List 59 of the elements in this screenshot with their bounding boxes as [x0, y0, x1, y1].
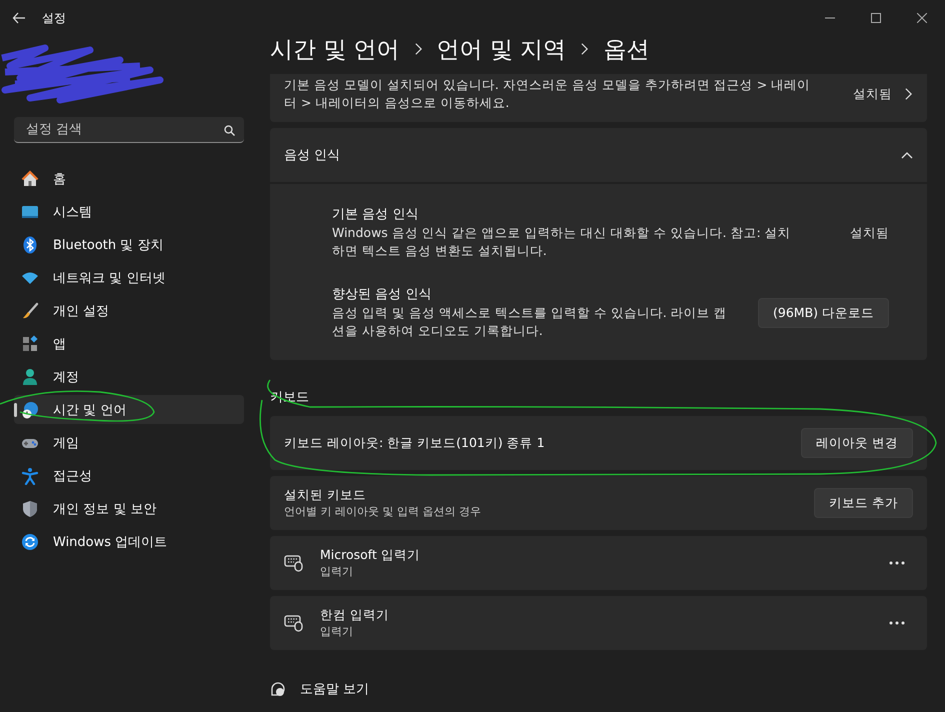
globe-icon: [21, 400, 39, 418]
maximize-icon[interactable]: [871, 13, 881, 23]
accessibility-icon: [21, 466, 39, 484]
search-field[interactable]: 설정 검색: [14, 117, 244, 143]
window-title: 설정: [42, 10, 67, 26]
person-icon: [21, 368, 39, 386]
help-icon: [270, 681, 286, 697]
search-icon: [224, 125, 235, 136]
shield-icon: [21, 500, 39, 518]
setting-description: Windows 음성 인식 같은 앱으로 입력하는 대신 대화할 수 있습니다. 참고: 설치하면 텍스트 음성 변환도 설치됩니다.: [332, 224, 792, 260]
keyboard-icon: [284, 554, 304, 572]
brush-icon: [21, 302, 39, 320]
sidebar-item[interactable]: 개인 정보 및 보안: [14, 494, 244, 523]
input-method-name: Microsoft 입력기: [320, 547, 421, 564]
setting-title: 설치된 키보드: [284, 487, 367, 504]
more-icon[interactable]: [889, 561, 905, 565]
section-header[interactable]: 음성 인식: [270, 128, 927, 182]
setting-description: 음성 입력 및 음성 액세스로 텍스트를 입력할 수 있습니다. 라이브 캡션을 사용하여 오디오도 기록합니다.: [332, 304, 728, 340]
close-icon[interactable]: [917, 13, 927, 23]
more-icon[interactable]: [889, 621, 905, 625]
input-method-type: 입력기: [320, 624, 354, 639]
download-button[interactable]: (96MB) 다운로드: [758, 298, 889, 328]
sidebar-item[interactable]: 접근성: [14, 461, 244, 490]
status-text: 설치됨: [853, 86, 892, 102]
sidebar-item[interactable]: 시간 및 언어: [14, 395, 244, 424]
sidebar-item[interactable]: 앱: [14, 329, 244, 358]
bluetooth-icon: [21, 236, 39, 254]
back-icon[interactable]: [12, 11, 26, 25]
apps-icon: [21, 334, 39, 352]
change-layout-button[interactable]: 레이아웃 변경: [801, 428, 913, 458]
chevron-icon: [414, 42, 423, 56]
sidebar-item[interactable]: Bluetooth 및 장치: [14, 230, 244, 259]
chevron-icon: [904, 87, 913, 101]
sidebar-item[interactable]: 홈: [14, 164, 244, 193]
setting-label: 키보드 레이아웃: 한글 키보드(101키) 종류 1: [284, 434, 546, 452]
card-description: 기본 음성 모델이 설치되어 있습니다. 자연스러운 음성 모델을 추가하려면 접근성 > 내레이터 > 내레이터의 음성으로 이동하세요.: [284, 76, 812, 112]
input-method-type: 입력기: [320, 564, 354, 579]
sidebar-item[interactable]: Windows 업데이트: [14, 527, 244, 556]
input-method-name: 한컴 입력기: [320, 607, 390, 624]
setting-description: 언어별 키 레이아웃 및 입력 옵션의 경우: [284, 504, 482, 519]
sidebar-item[interactable]: 개인 설정: [14, 296, 244, 325]
breadcrumb-link[interactable]: 시간 및 언어: [270, 34, 400, 64]
sidebar-item[interactable]: 계정: [14, 362, 244, 391]
page-title: 옵션: [603, 36, 650, 64]
sidebar-item[interactable]: 시스템: [14, 197, 244, 226]
status-text: 설치됨: [850, 224, 889, 242]
keyboard-icon: [284, 614, 304, 632]
setting-title: 향상된 음성 인식: [332, 286, 432, 304]
add-keyboard-button[interactable]: 키보드 추가: [814, 488, 913, 518]
sidebar-item[interactable]: 네트워크 및 인터넷: [14, 263, 244, 292]
chevron-up-icon: [901, 151, 913, 159]
setting-title: 기본 음성 인식: [332, 206, 420, 224]
tts-card[interactable]: 기본 음성 모델이 설치되어 있습니다. 자연스러운 음성 모델을 추가하려면 접근성 > 내레이터 > 내레이터의 음성으로 이동하세요. 설치됨: [270, 74, 927, 122]
breadcrumb-link[interactable]: 언어 및 지역: [436, 34, 566, 64]
chevron-icon: [580, 42, 590, 56]
refresh-icon: [21, 532, 39, 550]
sidebar-item[interactable]: 게임: [14, 428, 244, 457]
home-icon: [21, 170, 39, 188]
help-link[interactable]: 도움말 보기: [300, 680, 370, 698]
